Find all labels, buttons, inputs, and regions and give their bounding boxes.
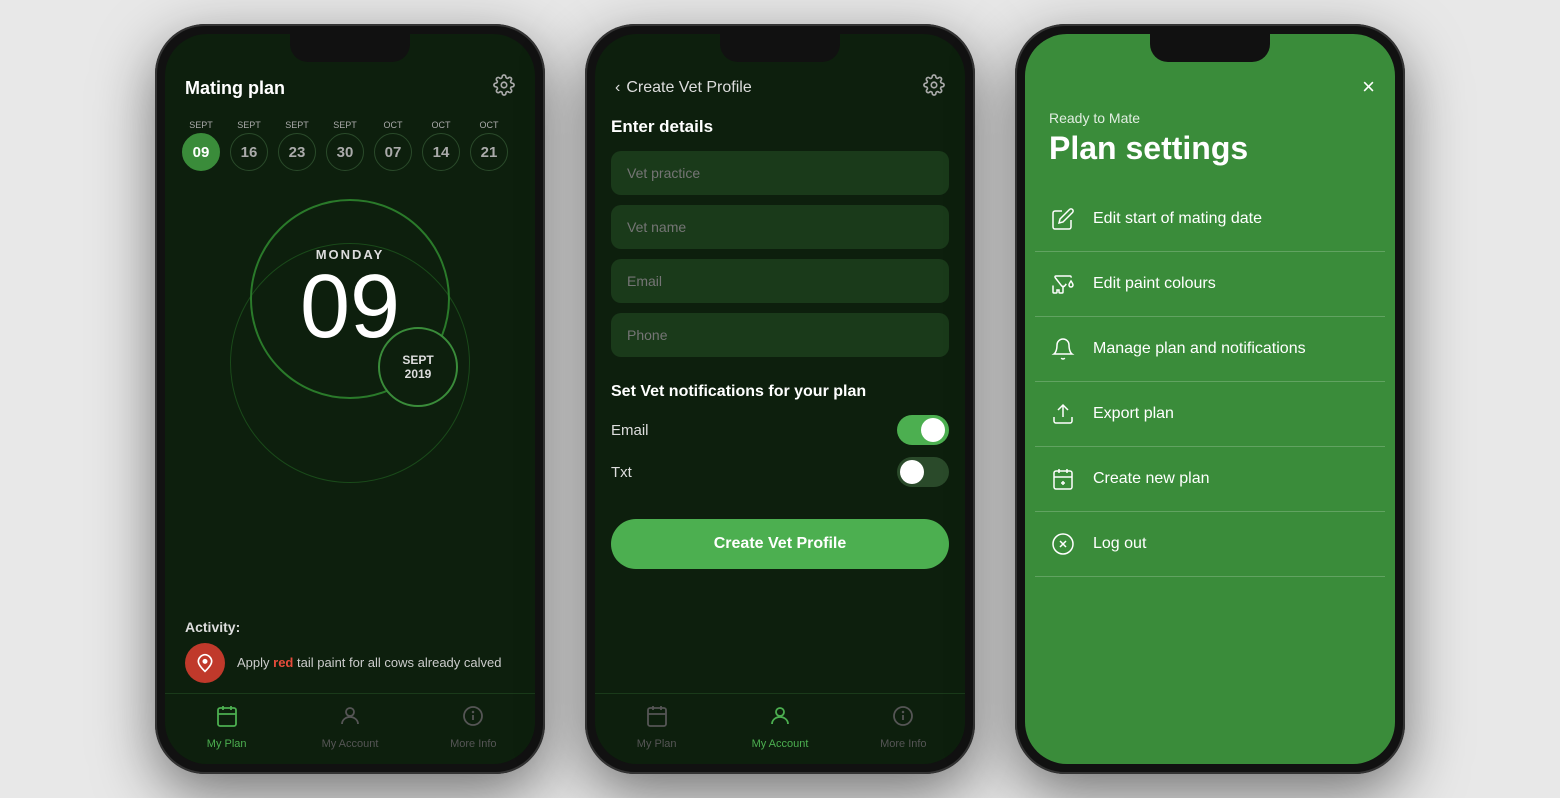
create-vet-profile-button[interactable]: Create Vet Profile xyxy=(611,519,949,569)
nav2-my-plan[interactable]: My Plan xyxy=(595,694,718,764)
phone3-screen: × Ready to Mate Plan settings Edit start… xyxy=(1025,34,1395,764)
nav-more-info[interactable]: More Info xyxy=(412,694,535,764)
screen-title: Create Vet Profile xyxy=(626,79,751,97)
bell-icon xyxy=(1049,335,1077,363)
phone2-content: Enter details Set Vet notifications for … xyxy=(595,117,965,693)
menu-label-create-plan: Create new plan xyxy=(1093,470,1210,488)
cal-item-1[interactable]: SEPT 16 xyxy=(227,120,271,171)
menu-edit-paint[interactable]: Edit paint colours xyxy=(1035,252,1385,317)
back-arrow-icon: ‹ xyxy=(615,79,620,97)
year-label: 2019 xyxy=(405,367,432,381)
nav-account-label: My Account xyxy=(322,738,379,750)
nav-my-plan[interactable]: My Plan xyxy=(165,694,288,764)
nav2-my-plan-label: My Plan xyxy=(637,738,677,750)
phone2-screen: ‹ Create Vet Profile Enter details Set V xyxy=(595,34,965,764)
nav2-account[interactable]: My Account xyxy=(718,694,841,764)
vet-practice-input[interactable] xyxy=(611,151,949,195)
cal-item-6[interactable]: OCT 21 xyxy=(467,120,511,171)
email-toggle-thumb xyxy=(921,418,945,442)
enter-details-title: Enter details xyxy=(611,117,949,137)
menu-logout[interactable]: Log out xyxy=(1035,512,1385,577)
phone1-title: Mating plan xyxy=(185,78,285,99)
nav2-account-label: My Account xyxy=(752,738,809,750)
phone-3: × Ready to Mate Plan settings Edit start… xyxy=(1015,24,1405,774)
menu-label-logout: Log out xyxy=(1093,535,1146,553)
phone-1: Mating plan SEPT 09 SEPT 16 xyxy=(155,24,545,774)
menu-create-plan[interactable]: Create new plan xyxy=(1035,447,1385,512)
cal-item-3[interactable]: SEPT 30 xyxy=(323,120,367,171)
account-icon xyxy=(338,704,362,734)
menu-export-plan[interactable]: Export plan xyxy=(1035,382,1385,447)
vet-name-input[interactable] xyxy=(611,205,949,249)
menu-manage-plan[interactable]: Manage plan and notifications xyxy=(1035,317,1385,382)
my-plan-icon xyxy=(215,704,239,734)
paint-icon xyxy=(1049,270,1077,298)
txt-toggle-row: Txt xyxy=(611,457,949,487)
date-circle: MONDAY 09 SEPT 2019 xyxy=(250,199,450,399)
txt-toggle-label: Txt xyxy=(611,464,632,481)
cal-item-0[interactable]: SEPT 09 xyxy=(179,120,223,171)
notifications-title: Set Vet notifications for your plan xyxy=(611,383,949,401)
email-toggle-row: Email xyxy=(611,415,949,445)
bottom-nav-2: My Plan My Account xyxy=(595,693,965,764)
cal-item-2[interactable]: SEPT 23 xyxy=(275,120,319,171)
nav2-more-info-icon xyxy=(891,704,915,734)
plan-subtitle: Ready to Mate xyxy=(1049,110,1371,126)
activity-section: Activity: Apply red tail paint for all c… xyxy=(165,619,535,693)
cal-item-5[interactable]: OCT 14 xyxy=(419,120,463,171)
activity-label: Activity: xyxy=(185,619,515,635)
day-number: 09 xyxy=(300,262,400,352)
logout-icon xyxy=(1049,530,1077,558)
pencil-icon xyxy=(1049,205,1077,233)
nav-my-plan-label: My Plan xyxy=(207,738,247,750)
activity-text: Apply red tail paint for all cows alread… xyxy=(237,654,501,672)
txt-toggle[interactable] xyxy=(897,457,949,487)
export-icon xyxy=(1049,400,1077,428)
notch-2 xyxy=(720,34,840,62)
menu-label-mating-date: Edit start of mating date xyxy=(1093,210,1262,228)
menu-label-manage-plan: Manage plan and notifications xyxy=(1093,340,1306,358)
activity-icon xyxy=(185,643,225,683)
cal-item-4[interactable]: OCT 07 xyxy=(371,120,415,171)
menu-edit-mating-date[interactable]: Edit start of mating date xyxy=(1035,187,1385,252)
month-label: SEPT xyxy=(402,353,433,367)
notch-1 xyxy=(290,34,410,62)
month-year-circle: SEPT 2019 xyxy=(378,327,458,407)
calendar-strip: SEPT 09 SEPT 16 SEPT 23 SEPT 30 OCT 07 xyxy=(165,112,535,179)
menu-label-export: Export plan xyxy=(1093,405,1174,423)
plus-calendar-icon xyxy=(1049,465,1077,493)
nav2-more-info-label: More Info xyxy=(880,738,926,750)
notch-3 xyxy=(1150,34,1270,62)
close-button[interactable]: × xyxy=(1362,74,1375,100)
phone-input[interactable] xyxy=(611,313,949,357)
main-date-area: MONDAY 09 SEPT 2019 xyxy=(165,179,535,619)
menu-label-paint: Edit paint colours xyxy=(1093,275,1216,293)
nav-account[interactable]: My Account xyxy=(288,694,411,764)
bottom-nav-1: My Plan My Account xyxy=(165,693,535,764)
gear-icon-2[interactable] xyxy=(923,74,945,101)
phone3-title-area: Ready to Mate Plan settings xyxy=(1025,100,1395,187)
more-info-icon xyxy=(461,704,485,734)
activity-item: Apply red tail paint for all cows alread… xyxy=(185,643,515,683)
settings-menu: Edit start of mating date Edit paint col… xyxy=(1025,187,1395,764)
phone-2: ‹ Create Vet Profile Enter details Set V xyxy=(585,24,975,774)
nav2-my-plan-icon xyxy=(645,704,669,734)
gear-icon[interactable] xyxy=(493,74,515,102)
nav2-account-icon xyxy=(768,704,792,734)
plan-settings-title: Plan settings xyxy=(1049,130,1371,167)
back-button[interactable]: ‹ Create Vet Profile xyxy=(615,79,752,97)
nav2-more-info[interactable]: More Info xyxy=(842,694,965,764)
txt-toggle-thumb xyxy=(900,460,924,484)
email-toggle-label: Email xyxy=(611,422,649,439)
nav-more-info-label: More Info xyxy=(450,738,496,750)
email-toggle[interactable] xyxy=(897,415,949,445)
email-input[interactable] xyxy=(611,259,949,303)
phone1-screen: Mating plan SEPT 09 SEPT 16 xyxy=(165,34,535,764)
